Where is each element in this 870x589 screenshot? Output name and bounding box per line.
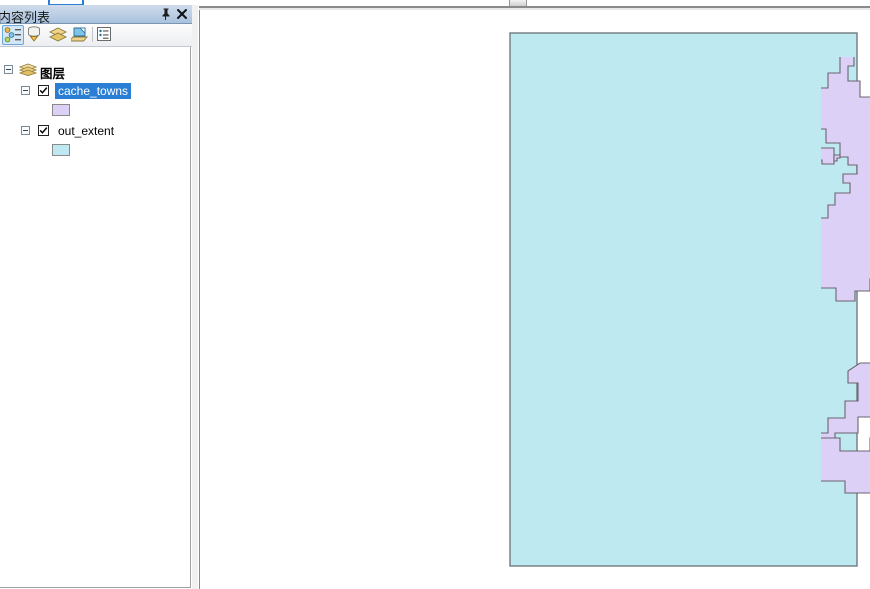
table-of-contents-panel: 内容列表 图层 cache_towns out_extent	[0, 5, 192, 589]
checkbox-cache-towns[interactable]	[38, 85, 49, 96]
options-button[interactable]	[94, 25, 116, 45]
expander-out-extent[interactable]	[21, 126, 30, 135]
out_extent-layer	[509, 32, 858, 567]
panel-splitter[interactable]	[192, 5, 198, 589]
toc-tree[interactable]: 图层 cache_towns out_extent	[0, 47, 191, 588]
pin-icon[interactable]	[159, 7, 172, 21]
list-by-visibility-button[interactable]	[48, 25, 70, 45]
list-by-source-button[interactable]	[25, 25, 47, 45]
expander-cache-towns[interactable]	[21, 86, 30, 95]
checkbox-out-extent[interactable]	[38, 125, 49, 136]
toolbar-separator	[92, 27, 93, 42]
symbol-swatch-out-extent[interactable]	[52, 144, 70, 156]
symbol-swatch-cache-towns[interactable]	[52, 104, 70, 116]
layers-icon	[18, 63, 38, 77]
list-by-drawing-order-button[interactable]	[2, 25, 24, 45]
close-icon[interactable]	[175, 7, 189, 21]
tree-label-out-extent[interactable]: out_extent	[58, 124, 114, 138]
map-canvas[interactable]	[199, 10, 870, 589]
list-by-selection-button[interactable]	[68, 25, 93, 45]
toc-titlebar: 内容列表	[0, 5, 192, 26]
expander-root[interactable]	[4, 65, 13, 74]
tree-root-label: 图层	[40, 66, 66, 81]
out_extent-polygon[interactable]	[509, 32, 858, 567]
tree-label-cache-towns[interactable]: cache_towns	[55, 83, 132, 99]
toc-toolbar	[0, 24, 192, 47]
map-graphics	[509, 32, 870, 567]
